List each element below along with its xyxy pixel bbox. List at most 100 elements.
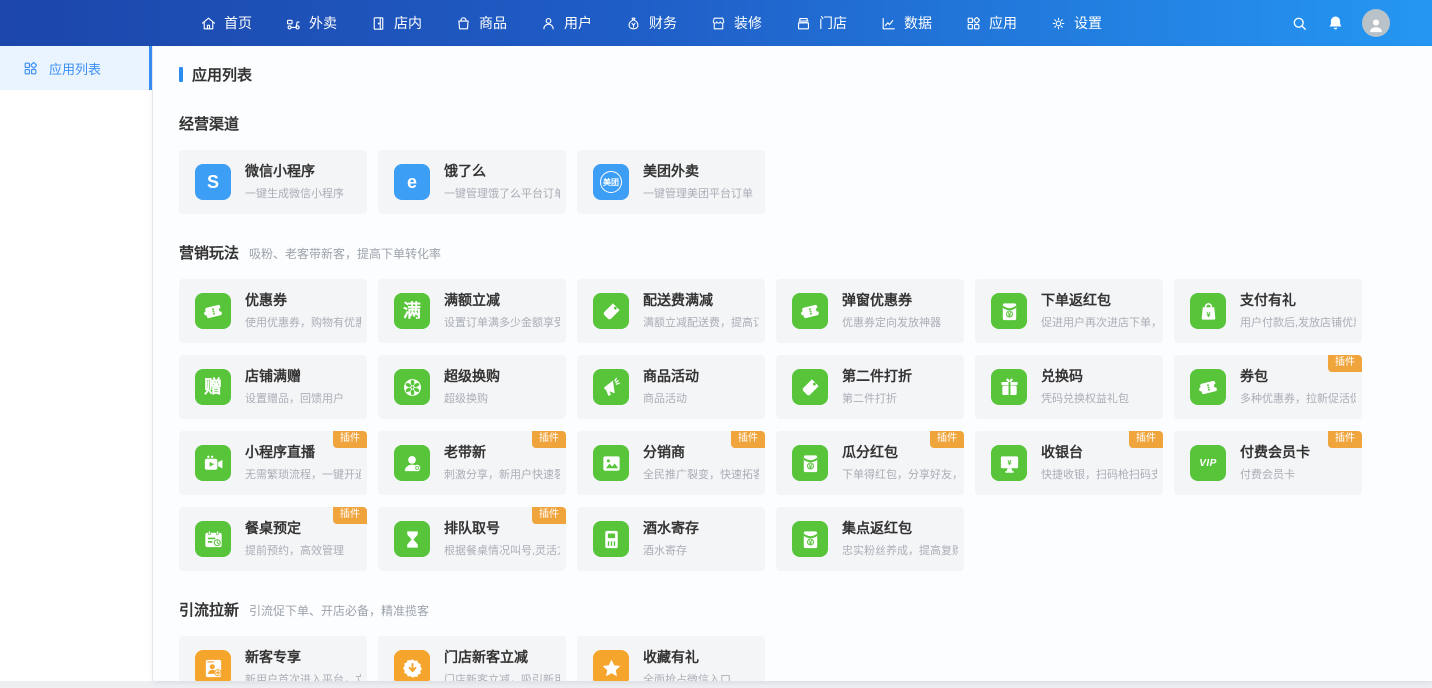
app-card[interactable]: 弹窗优惠券 优惠券定向发放神器: [776, 279, 964, 343]
meituan-icon: 美团: [593, 164, 629, 200]
app-desc: 用户付款后,发放店铺优惠券: [1240, 314, 1356, 330]
queue-number-icon: [394, 521, 430, 557]
app-desc: 下单得红包，分享好友，...: [842, 466, 958, 482]
bell-icon[interactable]: [1326, 14, 1345, 33]
nav-item-label: 设置: [1074, 13, 1102, 33]
app-card[interactable]: 优惠券 使用优惠券，购物有优惠: [179, 279, 367, 343]
delivery-fee-discount-icon: [593, 293, 629, 329]
app-card[interactable]: 第二件打折 第二件打折: [776, 355, 964, 419]
sidebar: 应用列表: [0, 46, 152, 681]
page-title: 应用列表: [179, 64, 1432, 85]
app-card[interactable]: 插件 排队取号 根据餐桌情况叫号,灵活方便: [378, 507, 566, 571]
apps-grid-icon: [22, 60, 39, 77]
product-activity-icon: [593, 369, 629, 405]
app-card[interactable]: 门店新客立减 门店新客立减，吸引新用...: [378, 636, 566, 681]
app-name: 饿了么: [444, 163, 560, 180]
app-desc: 商品活动: [643, 390, 699, 406]
nav-item-home[interactable]: 首页: [200, 13, 252, 33]
app-desc: 一键管理饿了么平台订单: [444, 185, 560, 201]
app-card[interactable]: 酒水寄存 酒水寄存: [577, 507, 765, 571]
app-name: 超级换购: [444, 368, 500, 385]
user-avatar[interactable]: [1362, 9, 1390, 37]
app-desc: 无需繁琐流程，一键开通...: [245, 466, 361, 482]
nav-item-apps[interactable]: 应用: [965, 13, 1017, 33]
table-reservation-icon: [195, 521, 231, 557]
paid-member-icon: VIP: [1190, 445, 1226, 481]
sections: 经营渠道 S 微信小程序 一键生成微信小程序 e 饿了么 一键管理饿了么平台订单…: [179, 113, 1432, 681]
app-desc: 设置赠品，回馈用户: [245, 390, 344, 406]
store-new-customer-icon: [394, 650, 430, 681]
app-desc: 付费会员卡: [1240, 466, 1310, 482]
section-title: 引流拉新: [179, 599, 239, 620]
app-desc: 酒水寄存: [643, 542, 699, 558]
app-card[interactable]: 插件 老带新 刺激分享，新用户快速裂变: [378, 431, 566, 495]
app-desc: 一键管理美团平台订单: [643, 185, 753, 201]
app-card[interactable]: 插件 VIP 付费会员卡 付费会员卡: [1174, 431, 1362, 495]
app-card[interactable]: 插件 瓜分红包 下单得红包，分享好友，...: [776, 431, 964, 495]
nav-item-decorate[interactable]: 装修: [710, 13, 762, 33]
app-card[interactable]: 收藏有礼 全面抢占微信入口: [577, 636, 765, 681]
app-desc: 根据餐桌情况叫号,灵活方便: [444, 542, 560, 558]
app-name: 集点返红包: [842, 520, 958, 537]
shop-gift-icon: 赠: [195, 369, 231, 405]
app-desc: 优惠券定向发放神器: [842, 314, 941, 330]
favorite-gift-icon: [593, 650, 629, 681]
app-card[interactable]: 集点返红包 忠实粉丝养成，提高复购...: [776, 507, 964, 571]
app-card[interactable]: 兑换码 凭码兑换权益礼包: [975, 355, 1163, 419]
app-card[interactable]: 满 满额立减 设置订单满多少金额享受...: [378, 279, 566, 343]
nav-item-instore[interactable]: 店内: [370, 13, 422, 33]
nav-items: 首页 外卖 店内 商品 用户 财务 装修 门店 数据 应用 设置: [200, 13, 1102, 33]
app-card[interactable]: 下单返红包 促进用户再次进店下单，...: [975, 279, 1163, 343]
app-card[interactable]: e 饿了么 一键管理饿了么平台订单: [378, 150, 566, 214]
users-icon: [540, 15, 557, 32]
nav-item-users[interactable]: 用户: [540, 13, 592, 33]
search-icon[interactable]: [1290, 14, 1309, 33]
section-acquisition: 引流拉新 引流促下单、开店必备，精准揽客 新客专享 新用户首次进入平台，立...…: [179, 599, 1432, 681]
app-card[interactable]: 配送费满减 满额立减配送费，提高订...: [577, 279, 765, 343]
sidebar-item-app-list[interactable]: 应用列表: [0, 46, 152, 90]
nav-item-finance[interactable]: 财务: [625, 13, 677, 33]
plugin-badge: 插件: [1129, 431, 1163, 448]
drink-storage-icon: [593, 521, 629, 557]
top-navbar: 首页 外卖 店内 商品 用户 财务 装修 门店 数据 应用 设置: [0, 0, 1432, 46]
app-card[interactable]: 新客专享 新用户首次进入平台，立...: [179, 636, 367, 681]
section-title: 经营渠道: [179, 113, 239, 134]
app-card[interactable]: 插件 小程序直播 无需繁琐流程，一键开通...: [179, 431, 367, 495]
new-customer-icon: [195, 650, 231, 681]
live-stream-icon: [195, 445, 231, 481]
section-subtitle: 引流促下单、开店必备，精准揽客: [249, 602, 429, 619]
takeout-icon: [285, 15, 302, 32]
app-desc: 忠实粉丝养成，提高复购...: [842, 542, 958, 558]
nav-item-label: 用户: [564, 13, 592, 33]
avatar-person-icon: [1366, 15, 1386, 35]
app-card[interactable]: 超级换购 超级换购: [378, 355, 566, 419]
nav-item-goods[interactable]: 商品: [455, 13, 507, 33]
app-card[interactable]: 美团 美团外卖 一键管理美团平台订单: [577, 150, 765, 214]
app-card[interactable]: 赠 店铺满赠 设置赠品，回馈用户: [179, 355, 367, 419]
wechat-miniprogram-icon: S: [195, 164, 231, 200]
app-name: 支付有礼: [1240, 292, 1356, 309]
nav-item-label: 商品: [479, 13, 507, 33]
app-grid: 新客专享 新用户首次进入平台，立... 门店新客立减 门店新客立减，吸引新用..…: [179, 636, 1432, 681]
nav-item-stores[interactable]: 门店: [795, 13, 847, 33]
nav-item-settings[interactable]: 设置: [1050, 13, 1102, 33]
app-card[interactable]: 插件 收银台 快捷收银，扫码枪扫码支付: [975, 431, 1163, 495]
goods-icon: [455, 15, 472, 32]
app-card[interactable]: 商品活动 商品活动: [577, 355, 765, 419]
decorate-icon: [710, 15, 727, 32]
app-card[interactable]: S 微信小程序 一键生成微信小程序: [179, 150, 367, 214]
app-desc: 一键生成微信小程序: [245, 185, 344, 201]
app-card[interactable]: 支付有礼 用户付款后,发放店铺优惠券: [1174, 279, 1362, 343]
app-desc: 促进用户再次进店下单，...: [1041, 314, 1157, 330]
nav-item-takeout[interactable]: 外卖: [285, 13, 337, 33]
app-card[interactable]: 插件 分销商 全民推广裂变，快速拓客...: [577, 431, 765, 495]
popup-coupon-icon: [792, 293, 828, 329]
app-card[interactable]: 插件 餐桌预定 提前预约，高效管理: [179, 507, 367, 571]
app-grid: S 微信小程序 一键生成微信小程序 e 饿了么 一键管理饿了么平台订单 美团 美…: [179, 150, 1432, 214]
app-card[interactable]: 插件 券包 多种优惠券，拉新促活促...: [1174, 355, 1362, 419]
app-name: 美团外卖: [643, 163, 753, 180]
stores-icon: [795, 15, 812, 32]
nav-item-data[interactable]: 数据: [880, 13, 932, 33]
app-name: 弹窗优惠券: [842, 292, 941, 309]
app-desc: 快捷收银，扫码枪扫码支付: [1041, 466, 1157, 482]
